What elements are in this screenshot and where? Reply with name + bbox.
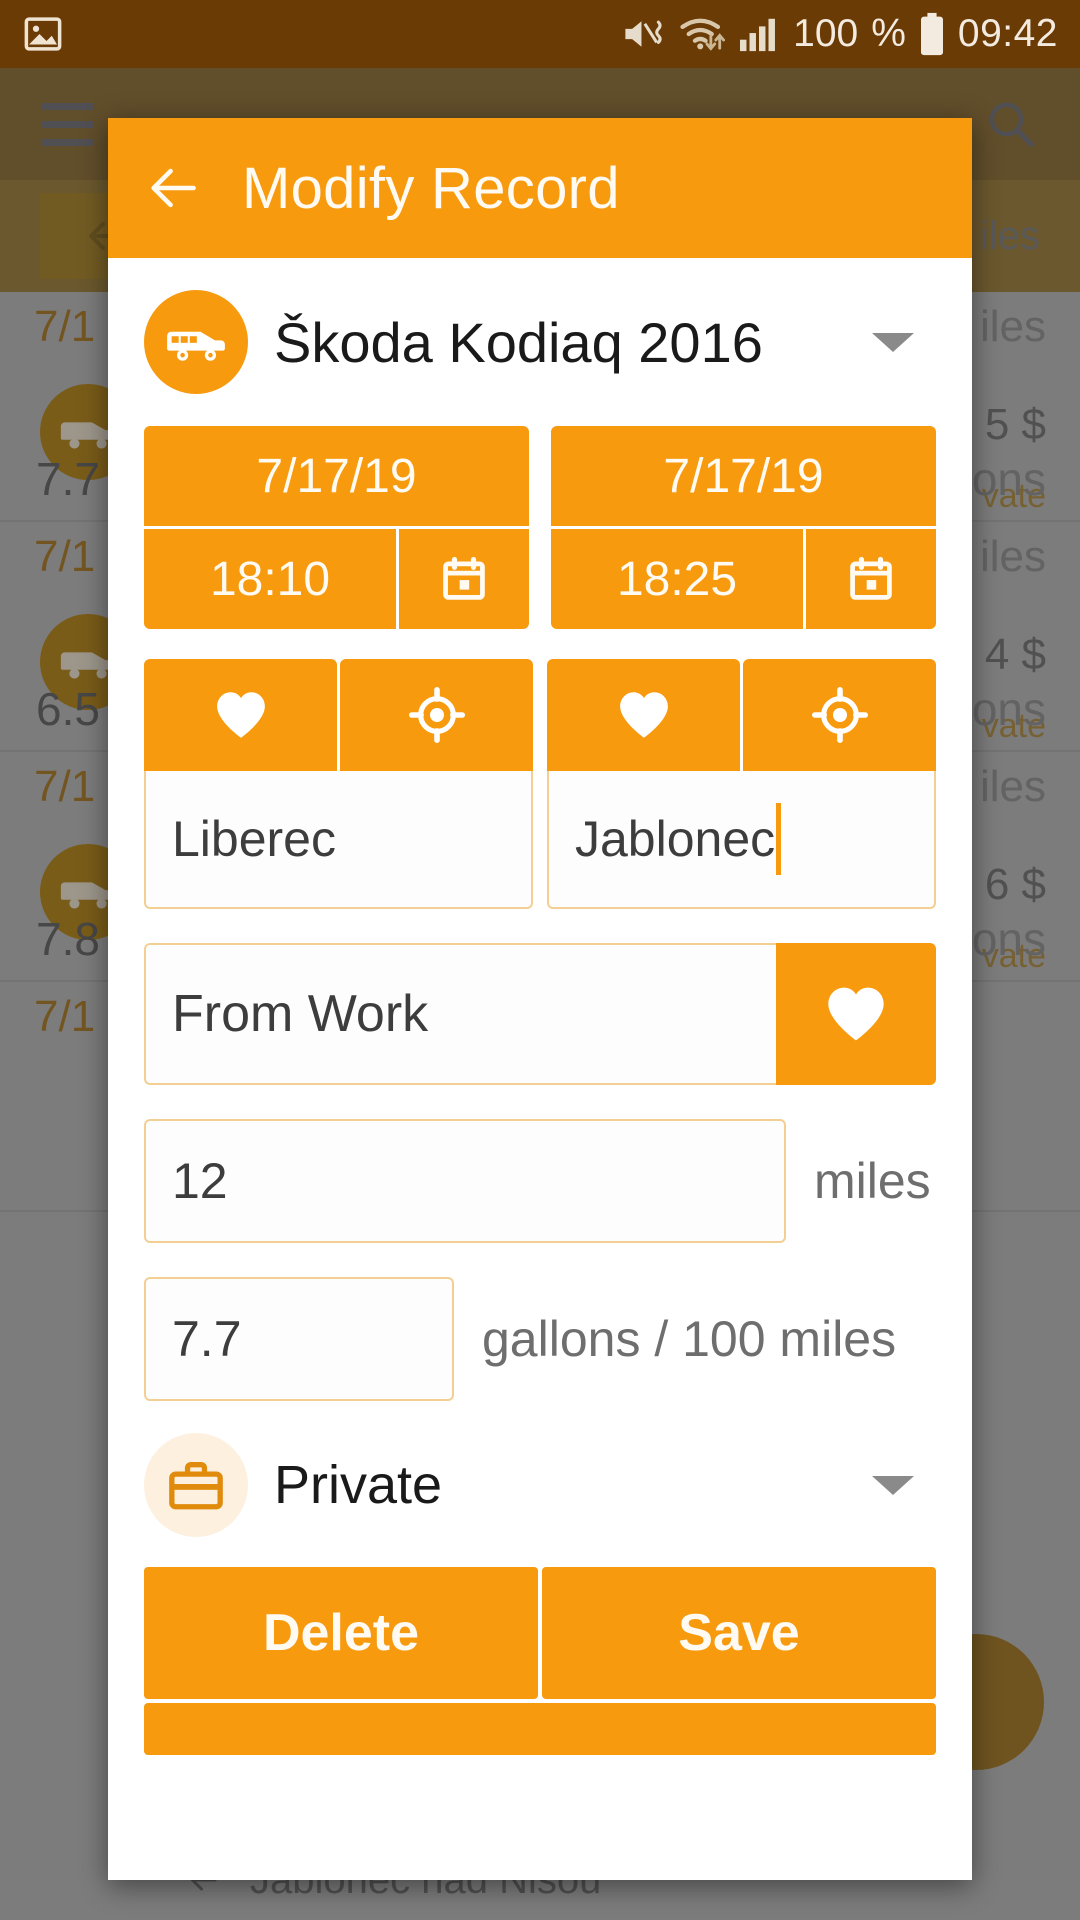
briefcase-icon [169, 1462, 223, 1510]
start-time-button[interactable]: 18:10 [144, 529, 396, 629]
car-icon [167, 331, 225, 361]
wifi-icon [680, 18, 726, 51]
purpose-input[interactable]: From Work [144, 943, 776, 1085]
locations-row: Liberec Jablonec [144, 659, 936, 909]
distance-unit-label: miles [814, 1153, 931, 1209]
purpose-value: From Work [172, 985, 429, 1043]
purpose-row: From Work [144, 943, 936, 1085]
gps-target-icon [811, 687, 868, 743]
dialog-actions: Delete Save [108, 1567, 972, 1699]
record-type-avatar [144, 1433, 248, 1537]
gps-target-icon [408, 687, 465, 743]
page-title: Modify Record [242, 155, 620, 221]
heart-icon [216, 692, 265, 738]
consumption-row: 7.7 gallons / 100 miles [144, 1277, 936, 1401]
chevron-down-icon[interactable] [872, 1475, 914, 1495]
start-favourite-button[interactable] [144, 659, 337, 771]
text-cursor [776, 803, 782, 875]
end-location-value: Jablonec [575, 811, 776, 867]
datetime-row: 7/17/19 18:10 7/17/19 18:25 [144, 426, 936, 629]
back-arrow-icon[interactable] [144, 159, 202, 217]
start-location-value: Liberec [172, 811, 336, 867]
distance-value: 12 [172, 1153, 228, 1209]
dialog-extra-bar[interactable] [144, 1703, 936, 1755]
dialog-body: Škoda Kodiaq 2016 7/17/19 18:10 7/17/19 … [108, 258, 972, 1755]
record-type-selector[interactable]: Private [144, 1433, 936, 1537]
purpose-favourite-button[interactable] [776, 943, 936, 1085]
image-icon [24, 17, 62, 51]
heart-icon [619, 692, 668, 738]
distance-input[interactable]: 12 [144, 1119, 786, 1243]
consumption-value: 7.7 [172, 1311, 242, 1367]
delete-button[interactable]: Delete [144, 1567, 538, 1699]
vehicle-avatar [144, 290, 248, 394]
vehicle-selector[interactable]: Škoda Kodiaq 2016 [108, 258, 972, 420]
end-time-button[interactable]: 18:25 [551, 529, 803, 629]
dialog-app-bar: Modify Record [108, 118, 972, 258]
start-location-input[interactable]: Liberec [144, 771, 533, 909]
consumption-unit-label: gallons / 100 miles [482, 1311, 897, 1367]
status-bar: 100 % 09:42 [0, 0, 1080, 68]
distance-row: 12 miles [144, 1119, 936, 1243]
end-date-button[interactable]: 7/17/19 [551, 426, 936, 526]
calendar-icon [850, 556, 892, 600]
mute-vibrate-icon [625, 20, 662, 47]
battery-icon [920, 12, 943, 56]
end-location-input[interactable]: Jablonec [547, 771, 936, 909]
signal-icon [740, 18, 776, 52]
start-calendar-button[interactable] [399, 529, 529, 629]
start-datetime-group: 7/17/19 18:10 [144, 426, 529, 629]
start-gps-button[interactable] [340, 659, 533, 771]
save-button[interactable]: Save [542, 1567, 936, 1699]
calendar-icon [443, 556, 485, 600]
screen-root: iles 7/1 iles 5 $ vate 7.7 ons 7/1 iles … [0, 0, 1080, 1920]
start-date-button[interactable]: 7/17/19 [144, 426, 529, 526]
percent-sign: % [871, 12, 906, 55]
consumption-input[interactable]: 7.7 [144, 1277, 454, 1401]
record-type-label: Private [274, 1455, 443, 1515]
end-gps-button[interactable] [743, 659, 936, 771]
start-location-group: Liberec [144, 659, 533, 909]
end-datetime-group: 7/17/19 18:25 [551, 426, 936, 629]
end-calendar-button[interactable] [806, 529, 936, 629]
clock: 09:42 [957, 12, 1058, 55]
chevron-down-icon[interactable] [872, 332, 914, 352]
heart-icon [828, 987, 884, 1041]
vehicle-name: Škoda Kodiaq 2016 [274, 310, 763, 374]
end-location-group: Jablonec [547, 659, 936, 909]
end-favourite-button[interactable] [547, 659, 740, 771]
battery-percent: 100 [793, 12, 859, 55]
modify-record-dialog: Modify Record Škoda Kodiaq 2016 7/17/19 … [108, 118, 972, 1880]
